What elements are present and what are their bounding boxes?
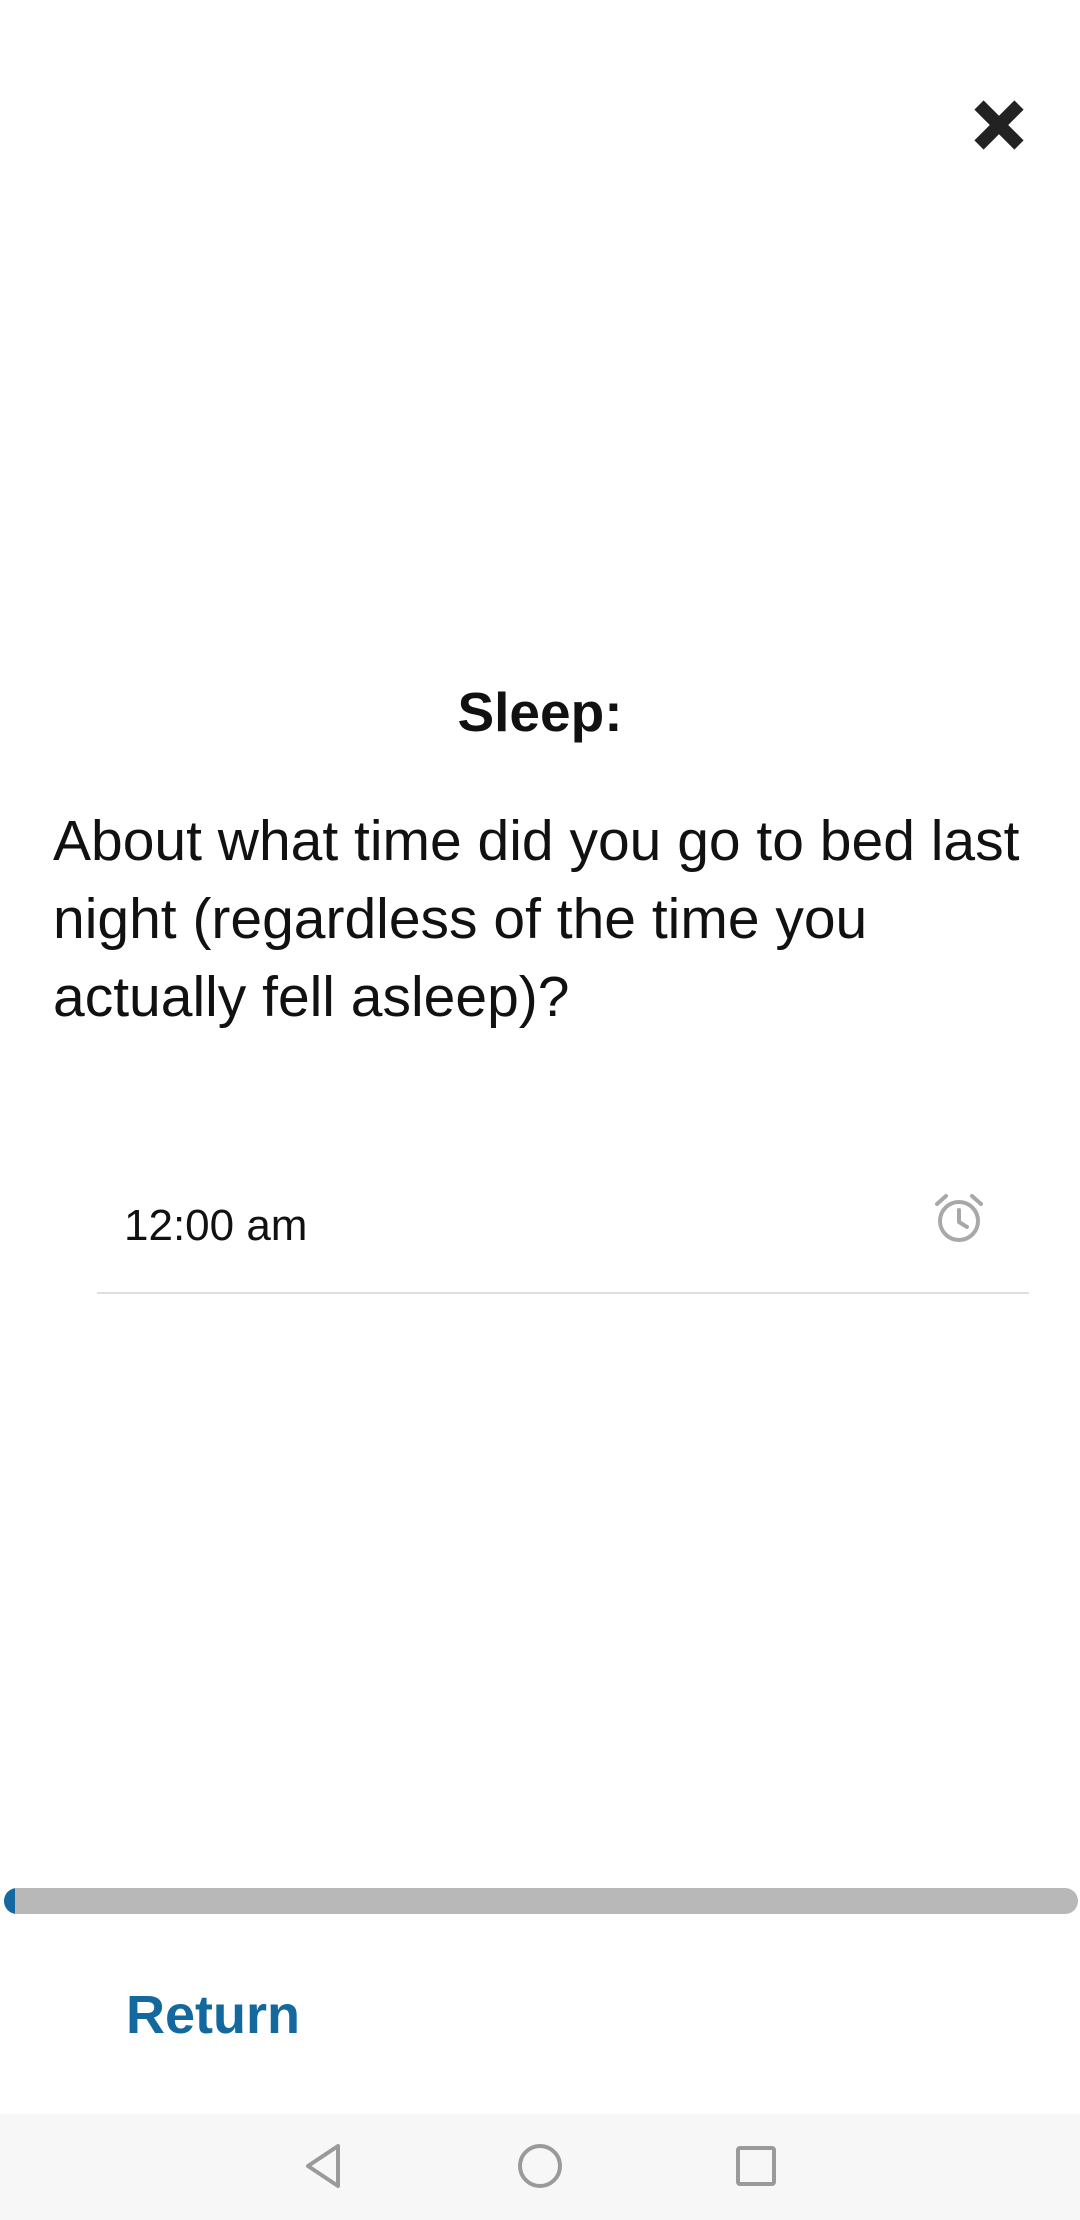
close-button[interactable]: [960, 86, 1038, 164]
bedtime-time-picker[interactable]: 12:00 am: [97, 1172, 1029, 1294]
survey-progress-fill: [4, 1888, 15, 1914]
return-button[interactable]: Return: [126, 1980, 300, 2050]
survey-progress-bar: [4, 1888, 1078, 1914]
time-value: 12:00 am: [124, 1201, 308, 1250]
alarm-clock-icon: [935, 1194, 983, 1242]
system-nav-bar: [0, 2114, 1080, 2220]
home-icon[interactable]: [510, 2136, 570, 2196]
question-text: About what time did you go to bed last n…: [53, 809, 1020, 1029]
close-icon: [974, 100, 1024, 150]
section-title: Sleep:: [457, 681, 623, 743]
recents-icon[interactable]: [726, 2136, 786, 2196]
back-icon[interactable]: [294, 2136, 354, 2196]
